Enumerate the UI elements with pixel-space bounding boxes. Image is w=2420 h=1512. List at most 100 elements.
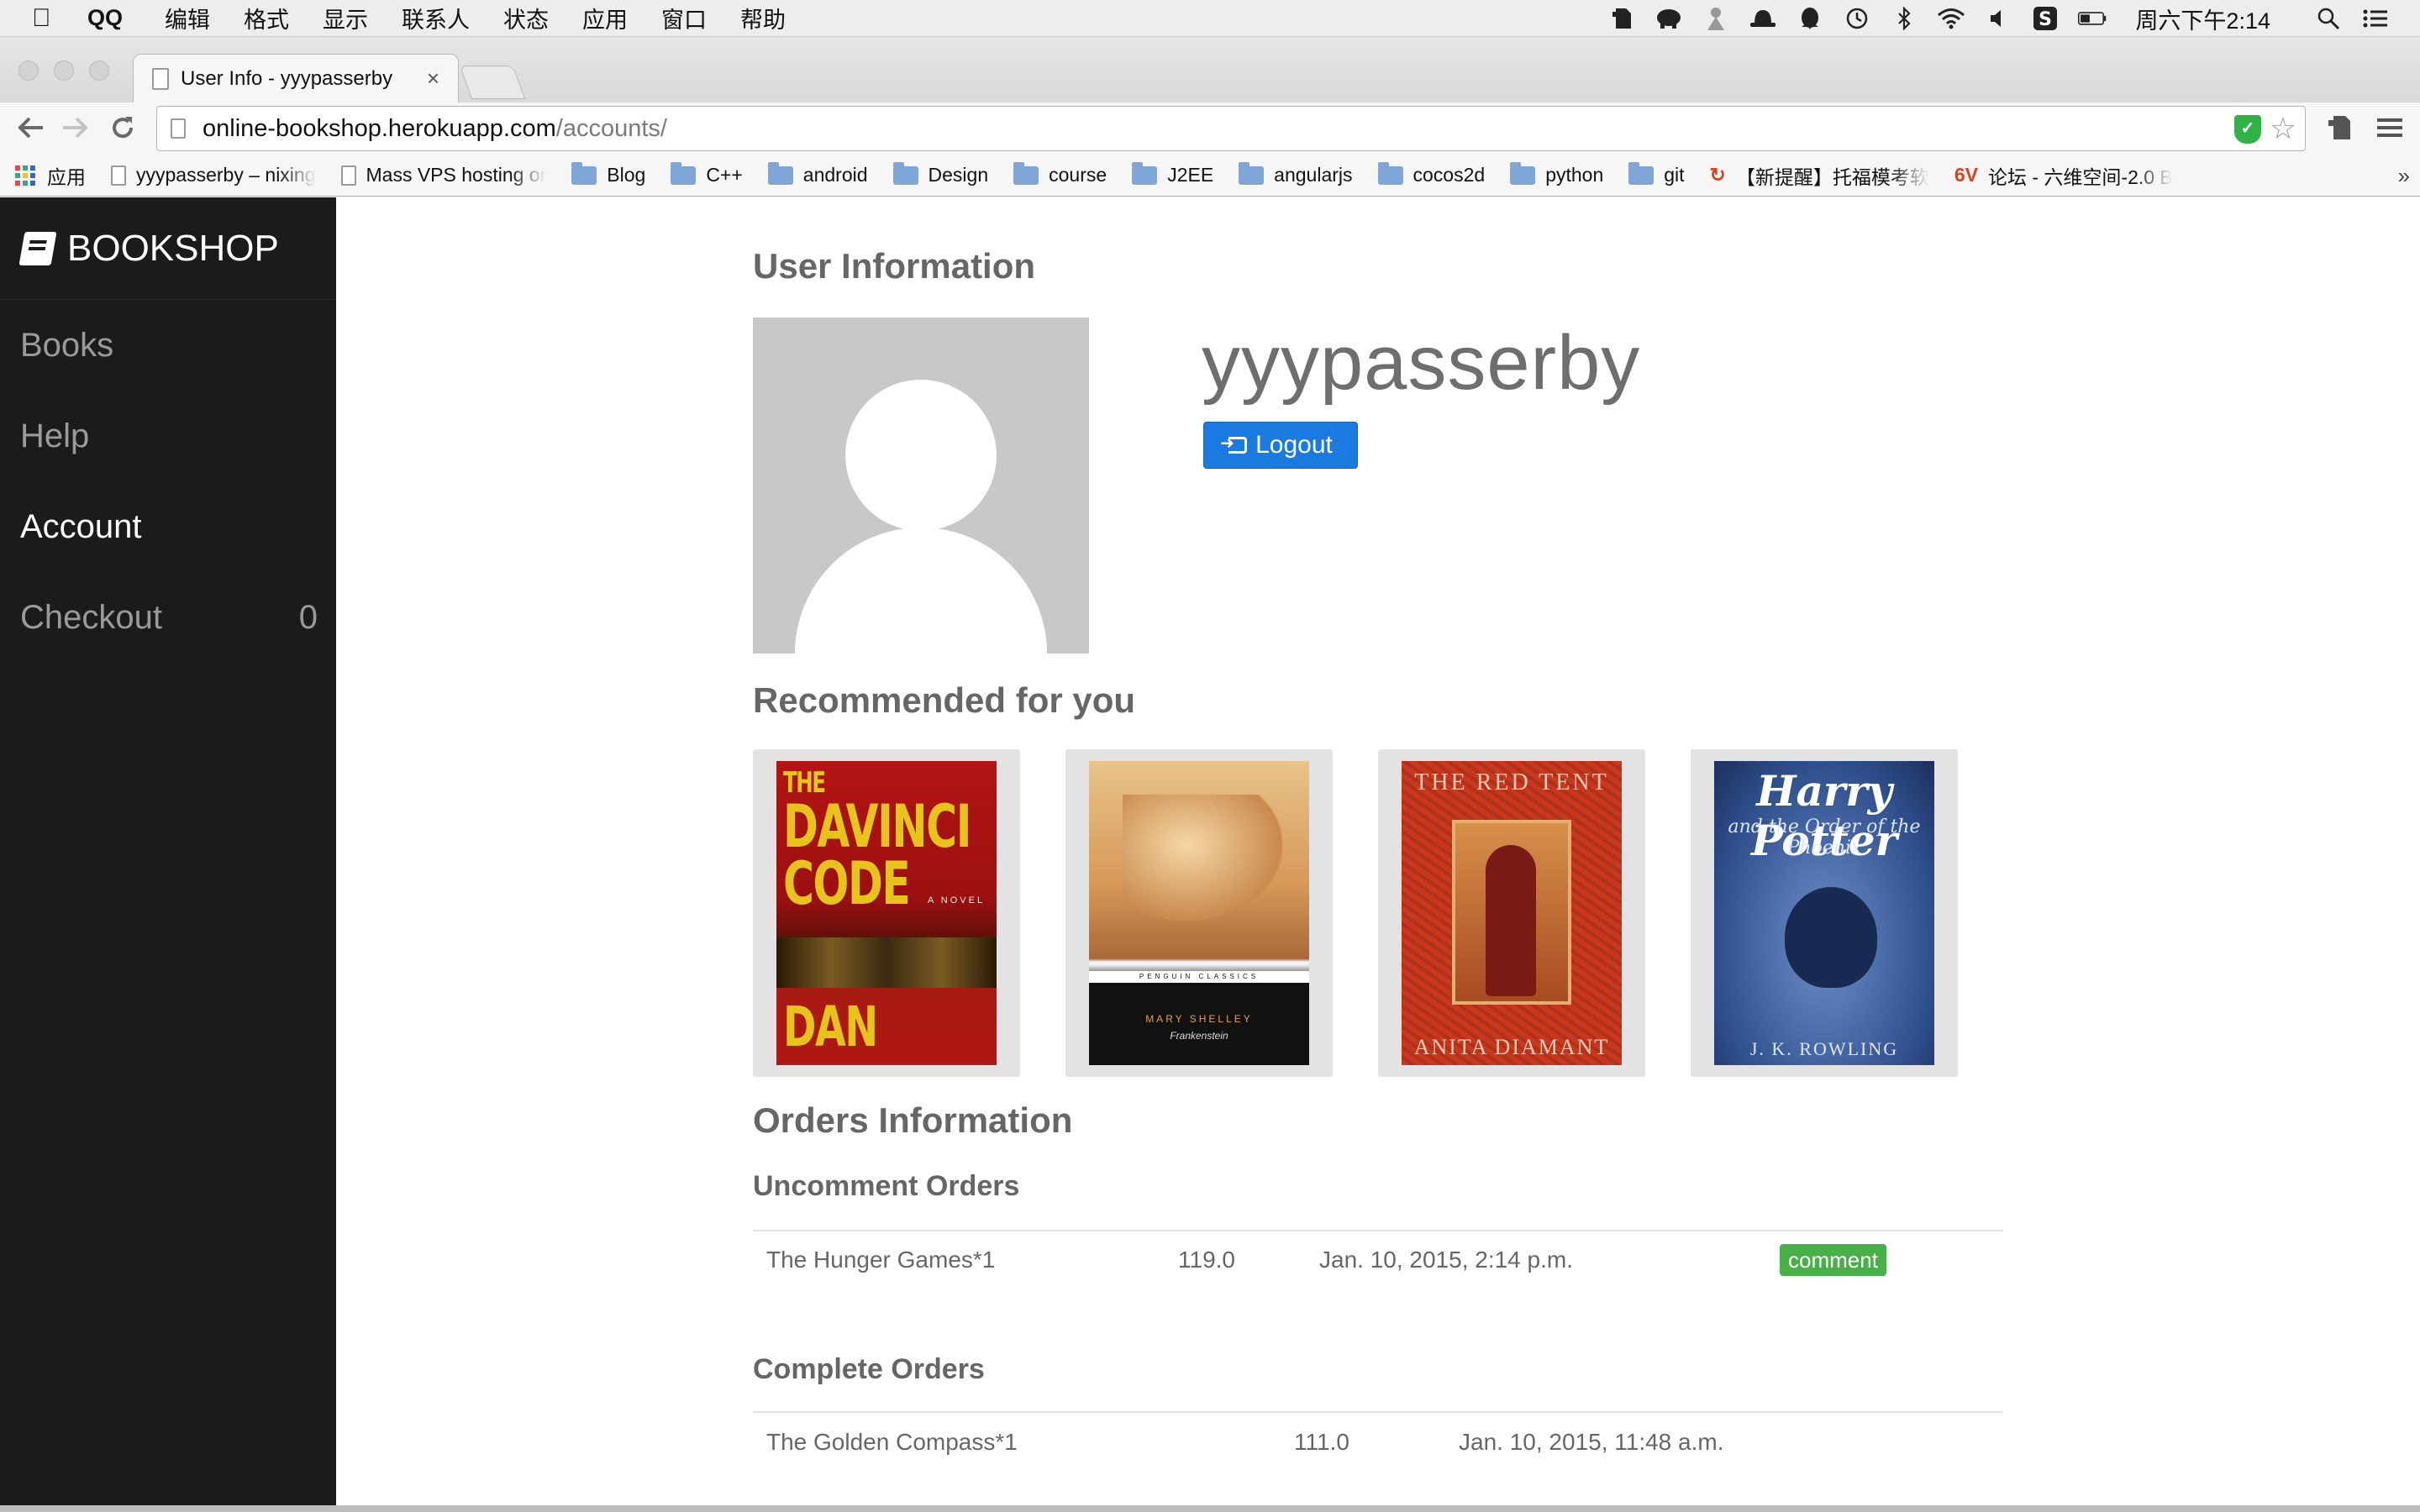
bookmark-item[interactable]: ↻ 【新提醒】托福模考软 <box>1710 161 1929 190</box>
folder-icon <box>1132 161 1158 185</box>
status-area: S 周六下午2:14 <box>1589 0 2390 37</box>
window-close-button[interactable] <box>18 60 39 81</box>
window-minimize-button[interactable] <box>54 60 74 81</box>
complete-orders-heading: Complete Orders <box>753 1353 985 1385</box>
menu-help[interactable]: 帮助 <box>740 2 786 34</box>
order-price: 111.0 <box>1294 1429 1349 1455</box>
cover-title: THE RED TENT <box>1414 769 1609 795</box>
sidebar-item-help[interactable]: Help <box>0 391 336 481</box>
battery-icon[interactable] <box>2078 6 2107 31</box>
recommended-book-card[interactable]: THE DAVINCI CODE A NOVEL DAN BROWN <box>753 749 1020 1077</box>
cover-mona-lisa-eyes <box>776 937 997 988</box>
menu-edit[interactable]: 编辑 <box>165 2 210 34</box>
evernote-icon[interactable] <box>1607 6 1636 31</box>
sidebar-item-checkout[interactable]: Checkout 0 <box>0 572 336 663</box>
bookmark-apps[interactable]: 应用 <box>15 161 86 190</box>
page-icon <box>340 165 356 186</box>
sidebar-item-label: Help <box>20 417 90 454</box>
cover-title: Frankenstein <box>1170 1030 1228 1042</box>
bookmarks-overflow-button[interactable]: » <box>2398 163 2410 189</box>
folder-icon <box>1013 161 1039 185</box>
figure-icon[interactable] <box>1702 6 1730 31</box>
bookmark-folder[interactable]: Design <box>892 161 988 186</box>
qq-penguin-icon[interactable] <box>1796 6 1824 31</box>
cover-imprint: PENGUIN CLASSICS <box>1139 973 1260 980</box>
recommended-book-card[interactable]: THE RED TENT ANITA DIAMANT <box>1378 749 1645 1077</box>
username: yyypasserby <box>1202 320 1641 406</box>
bookmark-folder[interactable]: android <box>767 161 868 186</box>
folder-icon <box>1239 161 1265 185</box>
bookmark-label: J2EE <box>1167 164 1214 186</box>
address-bar[interactable]: online-bookshop.herokuapp.com/accounts/ … <box>156 106 2306 151</box>
page-icon <box>152 67 169 90</box>
cover-subtitle: and the Order of the Phoenix <box>1728 816 1921 858</box>
recommended-book-card[interactable]: PENGUIN CLASSICS MARY SHELLEY Frankenste… <box>1065 749 1333 1077</box>
browser-tab-strip: User Info - yyypasserby × <box>0 37 2420 102</box>
bookmark-item[interactable]: 6V 论坛 - 六维空间-2.0 B <box>1954 161 2173 190</box>
volume-icon[interactable] <box>1984 6 2012 31</box>
bookmark-folder[interactable]: course <box>1013 161 1107 186</box>
sidebar: BOOKSHOP Books Help Account Checkout 0 <box>0 197 336 1512</box>
menu-window[interactable]: 窗口 <box>661 2 707 34</box>
bookmark-star-icon[interactable]: ☆ <box>2270 112 2296 145</box>
brand-link[interactable]: BOOKSHOP <box>0 197 336 300</box>
s-app-icon[interactable]: S <box>2031 6 2060 31</box>
order-item: The Golden Compass*1 <box>766 1429 1018 1455</box>
bookmark-label: 应用 <box>47 165 86 188</box>
bookmark-folder[interactable]: C++ <box>671 161 743 186</box>
bookmark-folder[interactable]: angularjs <box>1239 161 1353 186</box>
tab-close-icon[interactable]: × <box>427 66 439 92</box>
bluetooth-icon[interactable] <box>1890 6 1918 31</box>
forward-arrow-icon[interactable] <box>57 109 94 146</box>
notification-center-icon[interactable] <box>2361 6 2390 31</box>
time-machine-icon[interactable] <box>1843 6 1871 31</box>
bowler-hat-icon[interactable] <box>1749 6 1777 31</box>
apple-menu-icon[interactable]:  <box>32 4 79 33</box>
cover-tag: A NOVEL <box>928 895 986 906</box>
bookmark-label: Blog <box>607 164 646 186</box>
folder-icon <box>571 161 597 185</box>
bookmark-folder[interactable]: cocos2d <box>1377 161 1485 186</box>
bookmark-label: angularjs <box>1274 164 1353 186</box>
menu-apps[interactable]: 应用 <box>582 2 628 34</box>
cover-band: PENGUIN CLASSICS <box>1089 971 1309 983</box>
uncomment-orders-heading: Uncomment Orders <box>753 1170 1020 1202</box>
logout-button[interactable]: Logout <box>1203 422 1358 469</box>
evernote-extension-icon[interactable] <box>2323 111 2356 144</box>
sidebar-item-label: Books <box>20 326 114 364</box>
bookmark-item[interactable]: yyypasserby – nixing <box>111 164 316 186</box>
cover-title: THE DAVINCI CODE <box>783 768 971 913</box>
bookmark-item[interactable]: Mass VPS hosting or <box>340 164 546 186</box>
window-zoom-button[interactable] <box>89 60 109 81</box>
apps-grid-icon <box>15 165 35 186</box>
sidebar-item-books[interactable]: Books <box>0 300 336 391</box>
reload-icon[interactable] <box>104 109 141 146</box>
order-date: Jan. 10, 2015, 11:48 a.m. <box>1459 1429 1724 1455</box>
wifi-icon[interactable] <box>1937 6 1965 31</box>
chrome-menu-icon[interactable] <box>2373 111 2407 144</box>
menu-view[interactable]: 显示 <box>323 2 368 34</box>
menu-contacts[interactable]: 联系人 <box>402 2 470 34</box>
new-tab-button[interactable] <box>459 66 526 99</box>
shield-extension-icon[interactable]: ✓ <box>2234 115 2261 144</box>
menu-status[interactable]: 状态 <box>503 2 549 34</box>
bookmark-folder[interactable]: J2EE <box>1132 161 1214 186</box>
book-cover-image: Harry Potter and the Order of the Phoeni… <box>1714 761 1934 1065</box>
sidebar-item-account[interactable]: Account <box>0 481 336 572</box>
back-arrow-icon[interactable] <box>12 109 49 146</box>
recommended-book-card[interactable]: Harry Potter and the Order of the Phoeni… <box>1691 749 1958 1077</box>
bookmark-folder[interactable]: git <box>1628 161 1685 186</box>
spotlight-icon[interactable] <box>2314 6 2343 31</box>
book-cover-image: PENGUIN CLASSICS MARY SHELLEY Frankenste… <box>1089 761 1309 1065</box>
bookmark-folder[interactable]: python <box>1510 161 1603 186</box>
elephant-icon[interactable] <box>1655 6 1683 31</box>
bookmark-folder[interactable]: Blog <box>571 161 646 186</box>
menubar-clock[interactable]: 周六下午2:14 <box>2135 3 2270 35</box>
url-host: online-bookshop.herokuapp.com <box>203 114 556 142</box>
menu-app-name[interactable]: QQ <box>87 5 123 31</box>
active-tab[interactable]: User Info - yyypasserby × <box>133 54 459 102</box>
comment-button[interactable]: comment <box>1780 1244 1886 1276</box>
page-icon <box>171 118 186 139</box>
menu-format[interactable]: 格式 <box>244 2 289 34</box>
svg-text:S: S <box>2039 9 2053 30</box>
